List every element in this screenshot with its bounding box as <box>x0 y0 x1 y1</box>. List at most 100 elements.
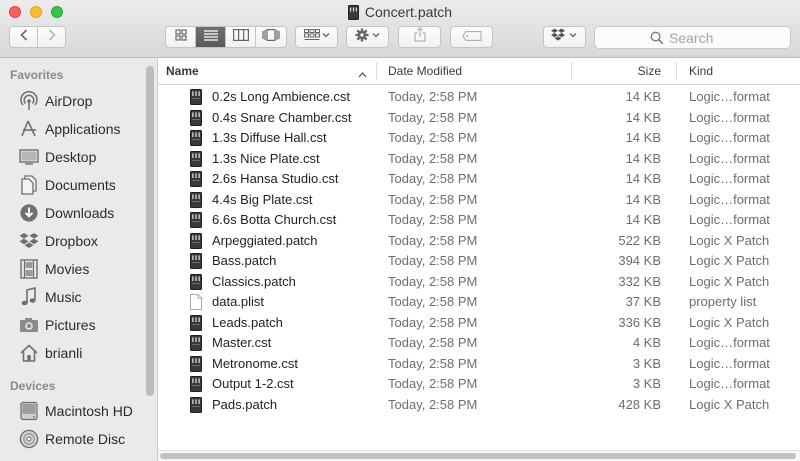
column-header-size[interactable]: Size <box>572 58 661 84</box>
search-input[interactable] <box>669 28 779 47</box>
table-row[interactable]: 1.3s Diffuse Hall.cst Today, 2:58 PM 14 KB… <box>158 128 800 149</box>
cover-flow-view-button[interactable] <box>256 27 286 47</box>
table-row[interactable]: Bass.patch Today, 2:58 PM 394 KB Logic X Pa… <box>158 251 800 272</box>
table-row[interactable]: 6.6s Botta Church.cst Today, 2:58 PM 14 KB… <box>158 210 800 231</box>
file-size: 336 KB <box>618 314 661 330</box>
sidebar-item-label: brianli <box>45 345 83 361</box>
favorites-header: Favorites <box>10 68 64 82</box>
horizontal-scrollbar[interactable] <box>158 450 800 461</box>
column-header-name[interactable]: Name <box>166 58 199 84</box>
file-date-modified: Today, 2:58 PM <box>388 314 478 330</box>
table-row[interactable]: Classics.patch Today, 2:58 PM 332 KB Logic … <box>158 272 800 293</box>
back-button[interactable] <box>9 26 38 48</box>
file-name: Bass.patch <box>212 253 277 268</box>
file-date-modified: Today, 2:58 PM <box>388 232 478 248</box>
table-row[interactable]: Leads.patch Today, 2:58 PM 336 KB Logic X P… <box>158 313 800 334</box>
table-row[interactable]: 0.4s Snare Chamber.cst Today, 2:58 PM 14 K… <box>158 108 800 129</box>
sidebar-item-label: Dropbox <box>45 233 98 249</box>
sidebar-item-pictures[interactable]: Pictures <box>18 312 146 338</box>
arrange-button[interactable] <box>295 26 338 48</box>
dropbox-button[interactable] <box>543 26 586 48</box>
scrollbar-thumb[interactable] <box>160 453 796 459</box>
file-kind: Logic…format <box>689 171 770 186</box>
sidebar-item-label: Desktop <box>45 149 97 165</box>
table-row[interactable]: Pads.patch Today, 2:58 PM 428 KB Logic X Pa… <box>158 395 800 416</box>
file-name: 2.6s Hansa Studio.cst <box>212 171 339 186</box>
column-header-kind[interactable]: Kind <box>689 58 713 84</box>
file-name: Metronome.cst <box>212 355 298 371</box>
file-date-modified: Today, 2:58 PM <box>388 171 478 186</box>
file-name: 6.6s Botta Church.cst <box>212 212 337 227</box>
table-row[interactable]: 1.3s Nice Plate.cst Today, 2:58 PM 14 KB Lo… <box>158 149 800 170</box>
column-divider[interactable] <box>376 62 377 80</box>
table-row[interactable]: 4.4s Big Plate.cst Today, 2:58 PM 14 KB Log… <box>158 190 800 211</box>
file-kind: Logic X Patch <box>689 314 770 330</box>
column-header-date[interactable]: Date Modified <box>388 58 462 84</box>
table-row[interactable]: Arpeggiated.patch Today, 2:58 PM 522 KB Log… <box>158 231 800 252</box>
gear-icon <box>355 28 381 47</box>
search-field[interactable] <box>594 26 791 49</box>
window-title: Concert.patch <box>0 3 800 24</box>
patch-file-icon <box>190 376 202 392</box>
sidebar-item-label: Documents <box>45 177 116 193</box>
column-header-row: Name Date Modified Size Kind <box>158 58 800 85</box>
file-date-modified: Today, 2:58 PM <box>388 191 478 207</box>
table-row[interactable]: Output 1-2.cst Today, 2:58 PM 3 KB Logic…fo… <box>158 374 800 395</box>
file-name: 1.3s Diffuse Hall.cst <box>212 130 327 145</box>
sidebar-item-remote-disc[interactable]: Remote Disc <box>18 426 146 452</box>
file-size: 428 KB <box>618 396 661 412</box>
file-size: 522 KB <box>618 232 661 248</box>
list-view-button[interactable] <box>196 27 226 47</box>
pictures-icon <box>18 314 40 336</box>
music-icon <box>18 286 40 308</box>
file-size: 14 KB <box>625 130 661 145</box>
patch-file-icon <box>190 253 202 269</box>
file-kind: Logic…format <box>689 130 770 145</box>
file-kind: Logic…format <box>689 376 770 391</box>
column-divider[interactable] <box>676 62 677 80</box>
home-icon <box>18 342 40 364</box>
file-size: 14 KB <box>625 150 661 166</box>
sidebar-item-music[interactable]: Music <box>18 284 146 310</box>
file-size: 3 KB <box>632 376 661 391</box>
table-row[interactable]: Metronome.cst Today, 2:58 PM 3 KB Logic…for… <box>158 354 800 375</box>
file-date-modified: Today, 2:58 PM <box>388 396 478 412</box>
sidebar-item-airdrop[interactable]: AirDrop <box>18 88 146 114</box>
tag-button[interactable] <box>450 26 493 48</box>
patch-file-icon <box>190 89 202 105</box>
share-button[interactable] <box>398 26 441 48</box>
desktop-icon <box>18 146 40 168</box>
table-row[interactable]: Master.cst Today, 2:58 PM 4 KB Logic…format <box>158 333 800 354</box>
sidebar-item-label: Music <box>45 289 82 305</box>
sidebar-item-movies[interactable]: Movies <box>18 256 146 282</box>
sidebar-item-downloads[interactable]: Downloads <box>18 200 146 226</box>
file-size: 14 KB <box>625 109 661 125</box>
action-button[interactable] <box>346 26 389 48</box>
sidebar-item-home[interactable]: brianli <box>18 340 146 366</box>
applications-icon <box>18 118 40 140</box>
sidebar-item-applications[interactable]: Applications <box>18 116 146 142</box>
table-row[interactable]: 0.2s Long Ambience.cst Today, 2:58 PM 14 K… <box>158 87 800 108</box>
share-icon <box>413 26 426 47</box>
column-view-button[interactable] <box>226 27 256 47</box>
patch-file-icon <box>347 5 359 24</box>
finder-window: Concert.patch Search Favorites AirDrop A… <box>0 0 800 461</box>
file-list: Name Date Modified Size Kind 0.2s Long A… <box>158 58 800 461</box>
sidebar-scrollbar[interactable] <box>146 66 154 396</box>
sidebar: Favorites AirDrop Applications Desktop D… <box>0 58 158 461</box>
patch-file-icon <box>190 130 202 146</box>
patch-file-icon <box>190 273 202 290</box>
icon-view-button[interactable] <box>166 27 196 47</box>
file-size: 37 KB <box>625 294 661 309</box>
sidebar-item-label: AirDrop <box>45 93 93 109</box>
sidebar-item-desktop[interactable]: Desktop <box>18 144 146 170</box>
sidebar-item-dropbox[interactable]: Dropbox <box>18 228 146 254</box>
sidebar-item-documents[interactable]: Documents <box>18 172 146 198</box>
file-name: Pads.patch <box>212 396 278 412</box>
file-kind: Logic…format <box>689 355 770 371</box>
file-name: data.plist <box>212 294 265 309</box>
table-row[interactable]: data.plist Today, 2:58 PM 37 KB property li… <box>158 292 800 313</box>
table-row[interactable]: 2.6s Hansa Studio.cst Today, 2:58 PM 14 KB… <box>158 169 800 190</box>
sidebar-item-macintosh-hd[interactable]: Macintosh HD <box>18 398 146 424</box>
forward-button[interactable] <box>37 26 66 48</box>
